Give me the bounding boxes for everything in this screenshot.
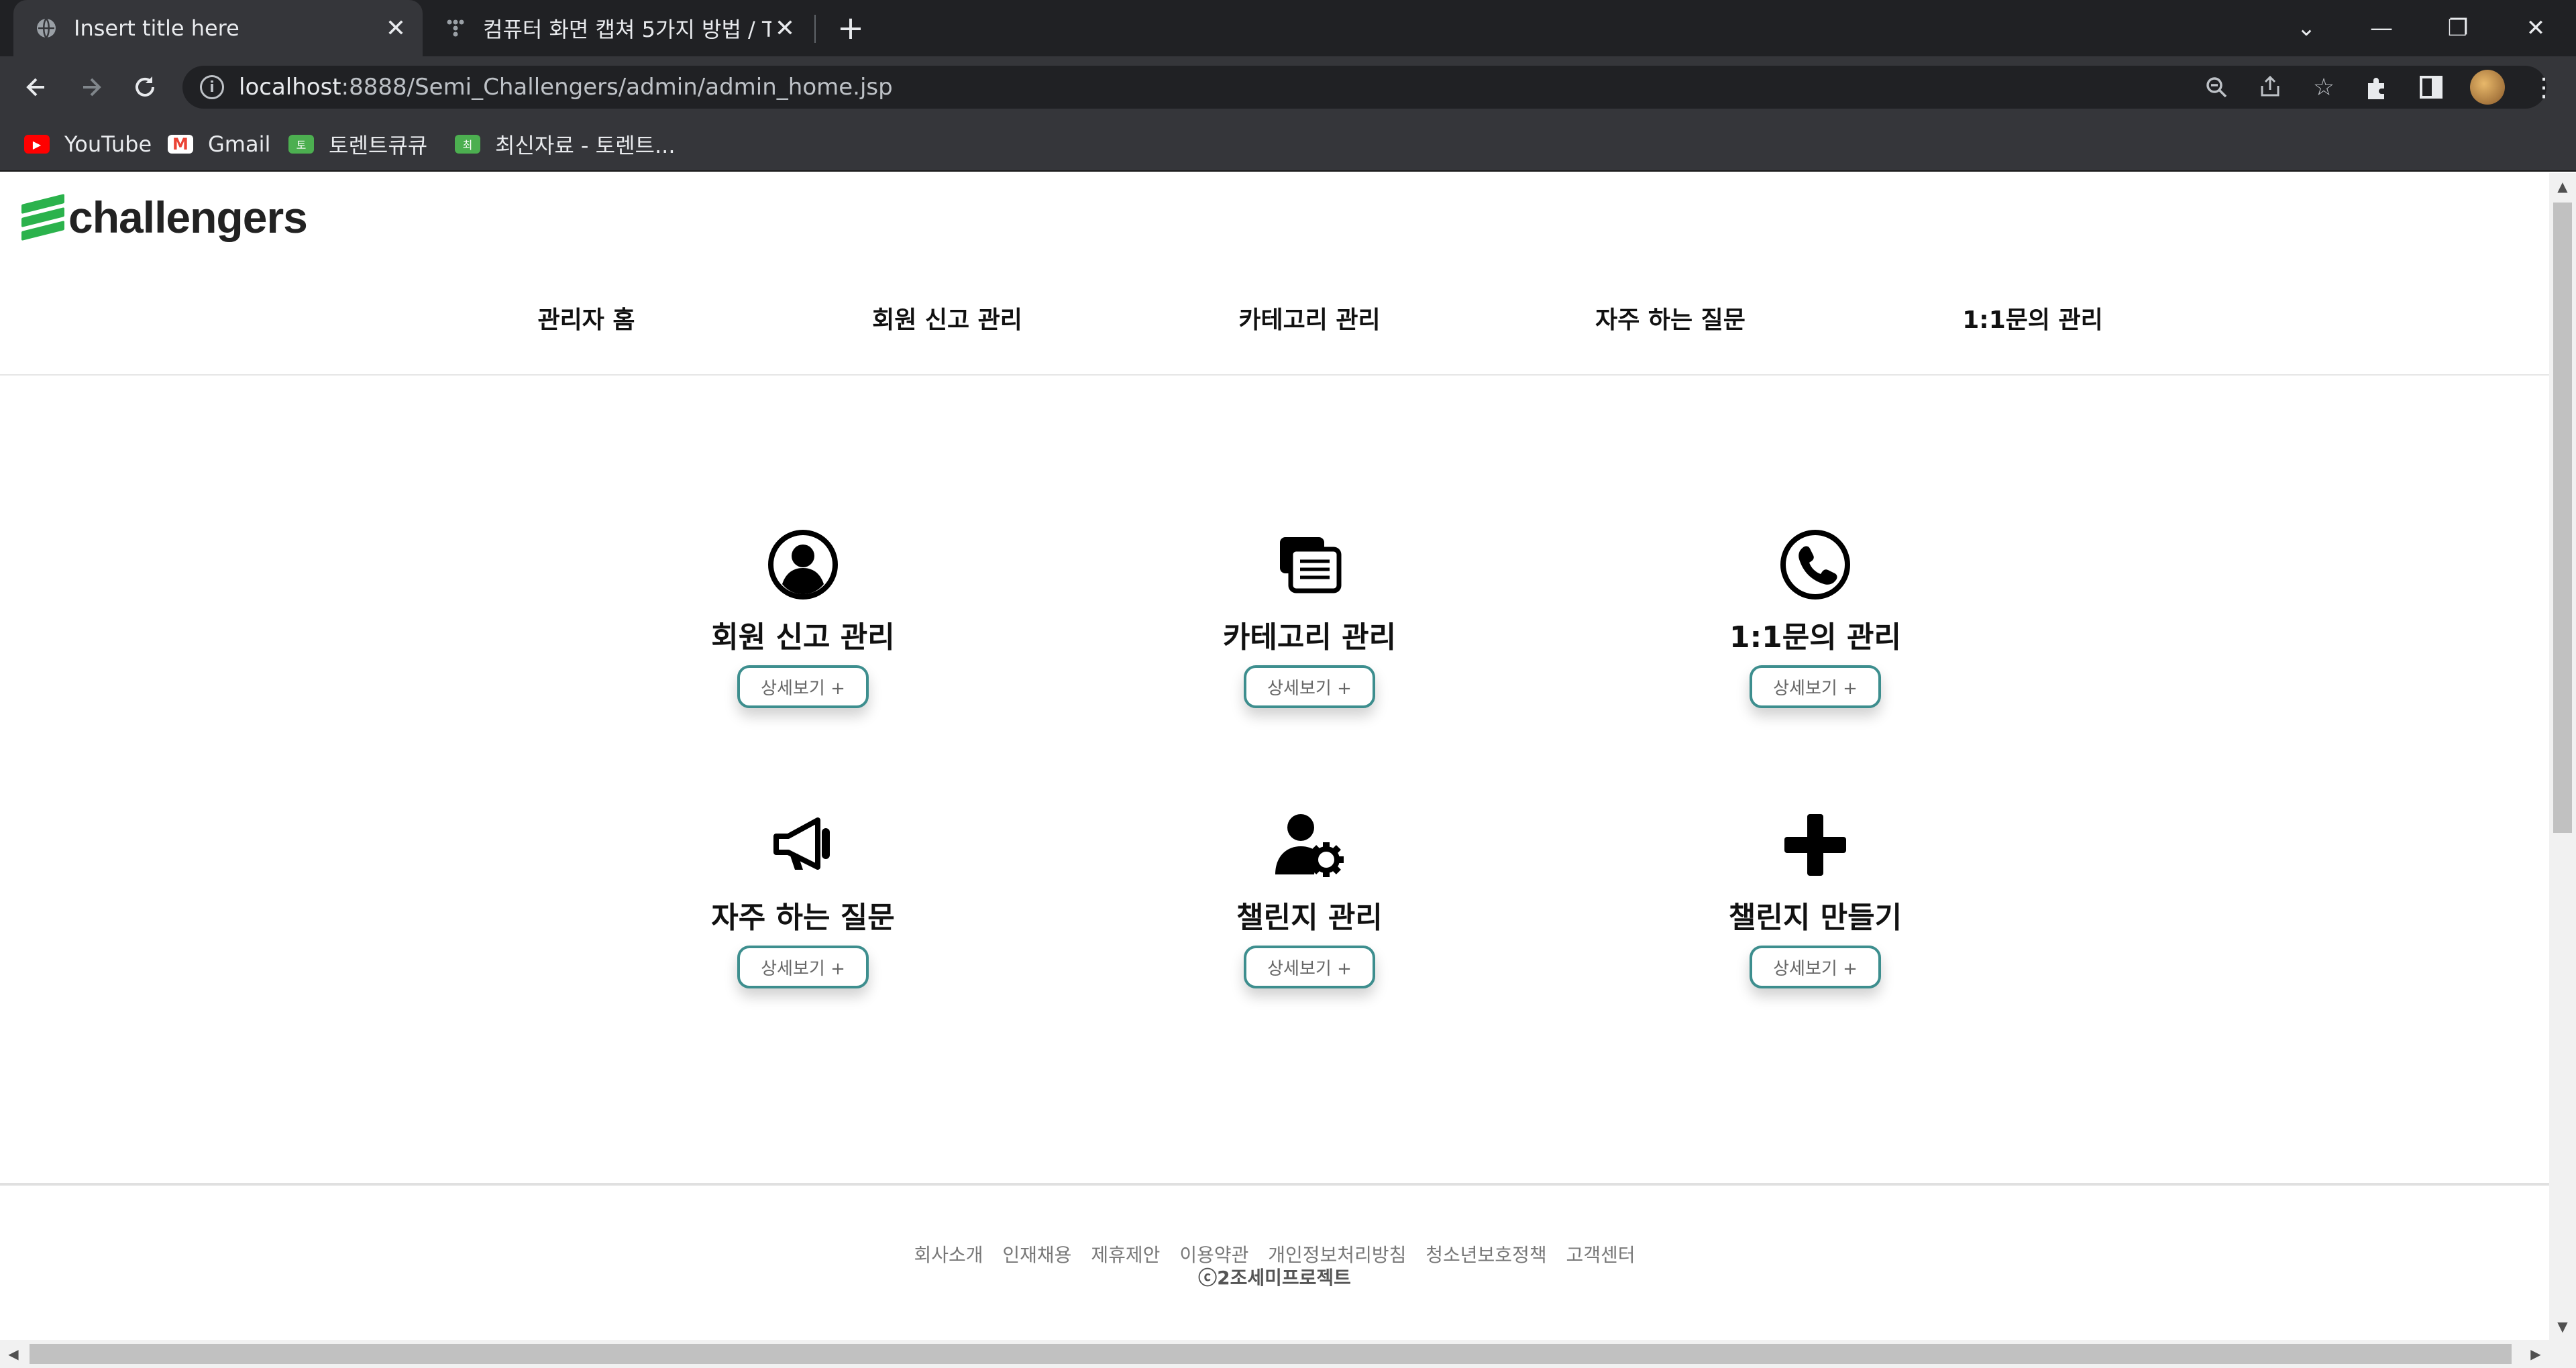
bookmark-gmail[interactable]: M Gmail	[168, 129, 270, 160]
bookmark-star-icon[interactable]: ☆	[2310, 74, 2337, 101]
site-info-icon[interactable]: i	[200, 75, 224, 99]
vertical-scrollbar[interactable]: ▲ ▼	[2549, 173, 2576, 1340]
tab-active[interactable]: Insert title here ✕	[13, 0, 423, 56]
new-tab-button[interactable]: +	[832, 9, 869, 47]
profile-avatar[interactable]	[2470, 70, 2505, 105]
close-tab-icon[interactable]: ✕	[771, 15, 798, 42]
detail-button[interactable]: 상세보기 +	[737, 946, 869, 988]
scrollbar-thumb[interactable]	[2553, 203, 2572, 833]
browser-toolbar: i localhost:8888/Semi_Challengers/admin/…	[0, 56, 2576, 117]
close-window-button[interactable]: ✕	[2502, 0, 2569, 56]
card-title: 챌린지 만들기	[1728, 901, 1902, 935]
side-panel-icon[interactable]	[2415, 71, 2447, 103]
scroll-up-icon[interactable]: ▲	[2549, 173, 2576, 200]
detail-button[interactable]: 상세보기 +	[1750, 946, 1881, 988]
megaphone-icon	[763, 805, 843, 885]
zoom-icon[interactable]	[2203, 74, 2230, 101]
footer-copyright: ⓒ2조세미프로젝트	[1198, 1267, 1351, 1289]
forward-button[interactable]	[71, 67, 111, 107]
card-inquiry: 1:1문의 관리 상세보기 +	[1674, 524, 1956, 739]
tab-title: 컴퓨터 화면 캡쳐 5가지 방법 / T	[483, 17, 771, 42]
nav-category[interactable]: 카테고리 관리	[1238, 300, 1380, 335]
card-title: 카테고리 관리	[1222, 620, 1397, 654]
bookmark-label: 최신자료 - 토렌트...	[495, 133, 676, 158]
globe-icon	[35, 17, 58, 40]
gmail-icon: M	[168, 135, 193, 154]
scrollbar-thumb[interactable]	[30, 1344, 2512, 1364]
card-title: 1:1문의 관리	[1729, 620, 1902, 654]
logo-mark-icon	[21, 194, 66, 241]
extensions-icon[interactable]	[2360, 71, 2392, 103]
card-challenge-manage: 챌린지 관리 상세보기 +	[1169, 805, 1450, 1019]
youtube-icon: ▶	[24, 135, 50, 154]
reload-button[interactable]	[125, 67, 165, 107]
tistory-icon	[444, 17, 467, 40]
card-title: 자주 하는 질문	[711, 901, 895, 935]
card-title: 챌린지 관리	[1236, 901, 1383, 935]
documents-icon	[1269, 524, 1350, 605]
phone-icon	[1775, 524, 1856, 605]
nav-admin-home[interactable]: 관리자 홈	[537, 300, 635, 335]
bookmark-label: Gmail	[208, 131, 271, 157]
nav-faq[interactable]: 자주 하는 질문	[1595, 300, 1746, 335]
bookmark-label: YouTube	[64, 131, 152, 157]
detail-button[interactable]: 상세보기 +	[737, 665, 869, 708]
tab-separator	[814, 15, 816, 43]
detail-button[interactable]: 상세보기 +	[1750, 665, 1881, 708]
site-logo[interactable]: challengers	[21, 192, 308, 243]
restore-button[interactable]: ❐	[2424, 0, 2491, 56]
scroll-down-icon[interactable]: ▼	[2549, 1313, 2576, 1340]
torrent-icon: 토	[288, 135, 314, 154]
browser-tab-bar: Insert title here ✕ 컴퓨터 화면 캡쳐 5가지 방법 / T…	[0, 0, 2576, 56]
bookmarks-bar: ▶ YouTube M Gmail 토 토렌트큐큐 최 최신자료 - 토렌트..…	[0, 117, 2576, 172]
minimize-button[interactable]: —	[2348, 0, 2415, 56]
card-category: 카테고리 관리 상세보기 +	[1169, 524, 1450, 739]
scroll-right-icon[interactable]: ▶	[2522, 1340, 2549, 1368]
bookmark-torrent-2[interactable]: 최 최신자료 - 토렌트...	[455, 129, 676, 160]
detail-button[interactable]: 상세보기 +	[1244, 665, 1375, 708]
page-content: challengers 관리자 홈 회원 신고 관리 카테고리 관리 자주 하는…	[0, 173, 2549, 1340]
card-challenge-create: 챌린지 만들기 상세보기 +	[1674, 805, 1956, 1019]
card-member-report: 회원 신고 관리 상세보기 +	[662, 524, 944, 739]
bookmark-youtube[interactable]: ▶ YouTube	[24, 129, 152, 160]
nav-divider	[0, 374, 2549, 376]
card-faq: 자주 하는 질문 상세보기 +	[662, 805, 944, 1019]
detail-button[interactable]: 상세보기 +	[1244, 946, 1375, 988]
footer-divider	[0, 1183, 2549, 1186]
back-button[interactable]	[16, 67, 56, 107]
user-circle-icon	[763, 524, 843, 605]
scroll-left-icon[interactable]: ◀	[0, 1340, 27, 1368]
card-title: 회원 신고 관리	[711, 620, 895, 654]
bookmark-torrent-1[interactable]: 토 토렌트큐큐	[288, 129, 427, 160]
torrent-icon: 최	[455, 135, 480, 154]
user-gear-icon	[1269, 805, 1350, 885]
nav-inquiry[interactable]: 1:1문의 관리	[1962, 300, 2103, 335]
tab-title: Insert title here	[74, 15, 239, 41]
url-text: localhost:8888/Semi_Challengers/admin/ad…	[239, 74, 893, 101]
menu-icon[interactable]: ⋮	[2528, 71, 2560, 103]
logo-text: challengers	[68, 192, 308, 242]
address-bar[interactable]: i localhost:8888/Semi_Challengers/admin/…	[182, 66, 2546, 109]
plus-icon	[1775, 805, 1856, 885]
share-icon[interactable]	[2257, 74, 2284, 101]
tab-inactive[interactable]: 컴퓨터 화면 캡쳐 5가지 방법 / T ✕	[423, 0, 812, 56]
close-tab-icon[interactable]: ✕	[382, 15, 409, 42]
nav-member-report[interactable]: 회원 신고 관리	[872, 300, 1022, 335]
horizontal-scrollbar[interactable]: ◀ ▶	[0, 1340, 2576, 1368]
tab-search-icon[interactable]: ⌄	[2273, 0, 2340, 56]
bookmark-label: 토렌트큐큐	[329, 133, 428, 158]
